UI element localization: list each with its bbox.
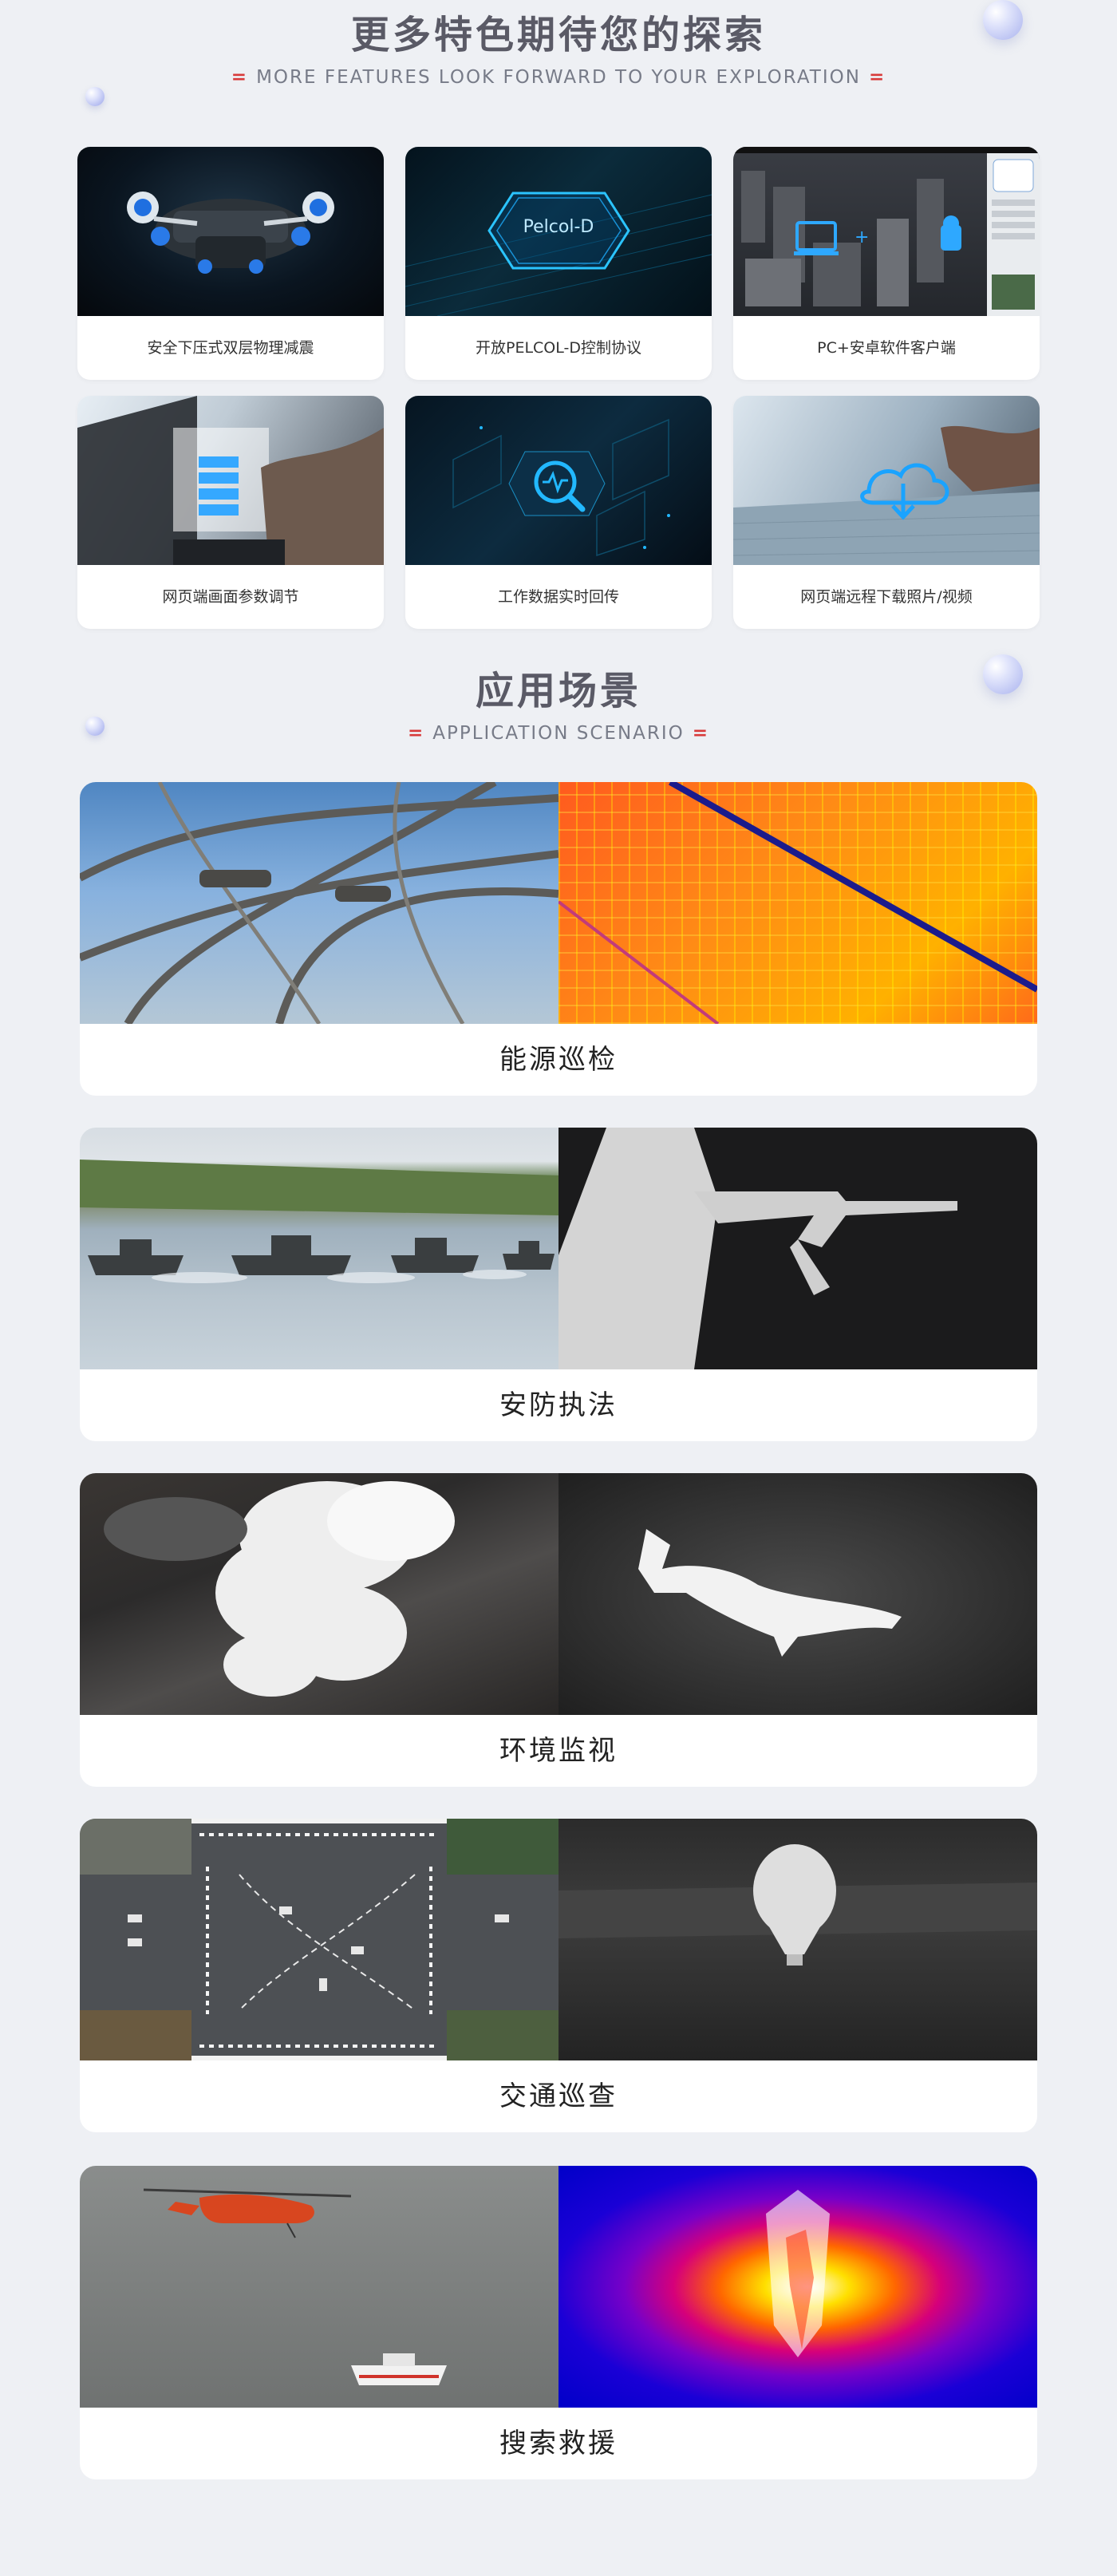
- scene-caption: 交通巡查: [499, 2080, 618, 2112]
- helicopter-rescue-photo: [80, 2166, 558, 2408]
- feature-card-damping[interactable]: 安全下压式双层物理减震: [77, 147, 384, 380]
- decorative-orb: [85, 87, 105, 106]
- feature-caption: 安全下压式双层物理减震: [147, 339, 314, 357]
- scene-card-security[interactable]: 安防执法: [80, 1128, 1037, 1441]
- feature-card-pelco[interactable]: Pelcol-D 开放PELCOL-D控制协议: [405, 147, 712, 380]
- scenes-title: 应用场景: [475, 669, 641, 713]
- thermal-balloon-image: [558, 1819, 1037, 2060]
- feature-card-web-adjust[interactable]: 网页端画面参数调节: [77, 396, 384, 629]
- scene-caption: 安防执法: [499, 1389, 618, 1421]
- realtime-data-return-image: [405, 396, 712, 565]
- thermal-rifleman-image: [558, 1128, 1037, 1369]
- solar-panel-thermal-image: [558, 782, 1037, 1024]
- power-line-insulator-photo: [80, 782, 558, 1024]
- scene-caption: 环境监视: [499, 1735, 618, 1767]
- pc-android-client-image: +: [733, 147, 1040, 316]
- feature-caption: PC+安卓软件客户端: [817, 339, 956, 357]
- intersection-aerial-photo: [80, 1819, 558, 2060]
- scene-card-rescue[interactable]: 搜索救援: [80, 2166, 1037, 2479]
- feature-caption: 网页端远程下载照片/视频: [800, 588, 973, 606]
- gimbal-camera-image: [77, 147, 384, 316]
- scene-caption: 搜索救援: [499, 2428, 618, 2459]
- thermal-rescue-image: [558, 2166, 1037, 2408]
- scene-card-environment[interactable]: 环境监视: [80, 1473, 1037, 1787]
- subtitle-mark-right: =: [868, 67, 886, 88]
- features-subtitle-text: MORE FEATURES LOOK FORWARD TO YOUR EXPLO…: [256, 67, 861, 88]
- feature-caption: 开放PELCOL-D控制协议: [475, 339, 641, 357]
- svg-text:+: +: [855, 227, 869, 247]
- subtitle-mark-left: =: [231, 67, 249, 88]
- scene-card-traffic[interactable]: 交通巡查: [80, 1819, 1037, 2132]
- feature-caption: 网页端画面参数调节: [162, 588, 299, 606]
- scene-caption: 能源巡检: [499, 1044, 618, 1076]
- subtitle-mark-left: =: [407, 723, 425, 744]
- scenes-header: 应用场景 = APPLICATION SCENARIO =: [0, 667, 1117, 745]
- pelco-d-laptop-image: Pelcol-D: [405, 147, 712, 316]
- scene-card-energy[interactable]: 能源巡检: [80, 782, 1037, 1096]
- scenes-subtitle-text: APPLICATION SCENARIO: [432, 723, 685, 744]
- pelco-d-label: Pelcol-D: [523, 217, 594, 237]
- features-subtitle: = MORE FEATURES LOOK FORWARD TO YOUR EXPL…: [0, 65, 1117, 89]
- smoke-plume-photo: [80, 1473, 558, 1715]
- thermal-whale-image: [558, 1473, 1037, 1715]
- web-parameter-adjust-image: [77, 396, 384, 565]
- features-header: 更多特色期待您的探索 = MORE FEATURES LOOK FORWARD T…: [0, 11, 1117, 89]
- feature-card-realtime[interactable]: 工作数据实时回传: [405, 396, 712, 629]
- patrol-boats-photo: [80, 1128, 558, 1369]
- subtitle-mark-right: =: [692, 723, 710, 744]
- remote-download-image: [733, 396, 1040, 565]
- feature-card-remote-download[interactable]: 网页端远程下载照片/视频: [733, 396, 1040, 629]
- features-title: 更多特色期待您的探索: [350, 13, 766, 57]
- feature-caption: 工作数据实时回传: [497, 588, 619, 606]
- scenes-subtitle: = APPLICATION SCENARIO =: [0, 721, 1117, 745]
- feature-card-client[interactable]: + PC+安卓软件客户端: [733, 147, 1040, 380]
